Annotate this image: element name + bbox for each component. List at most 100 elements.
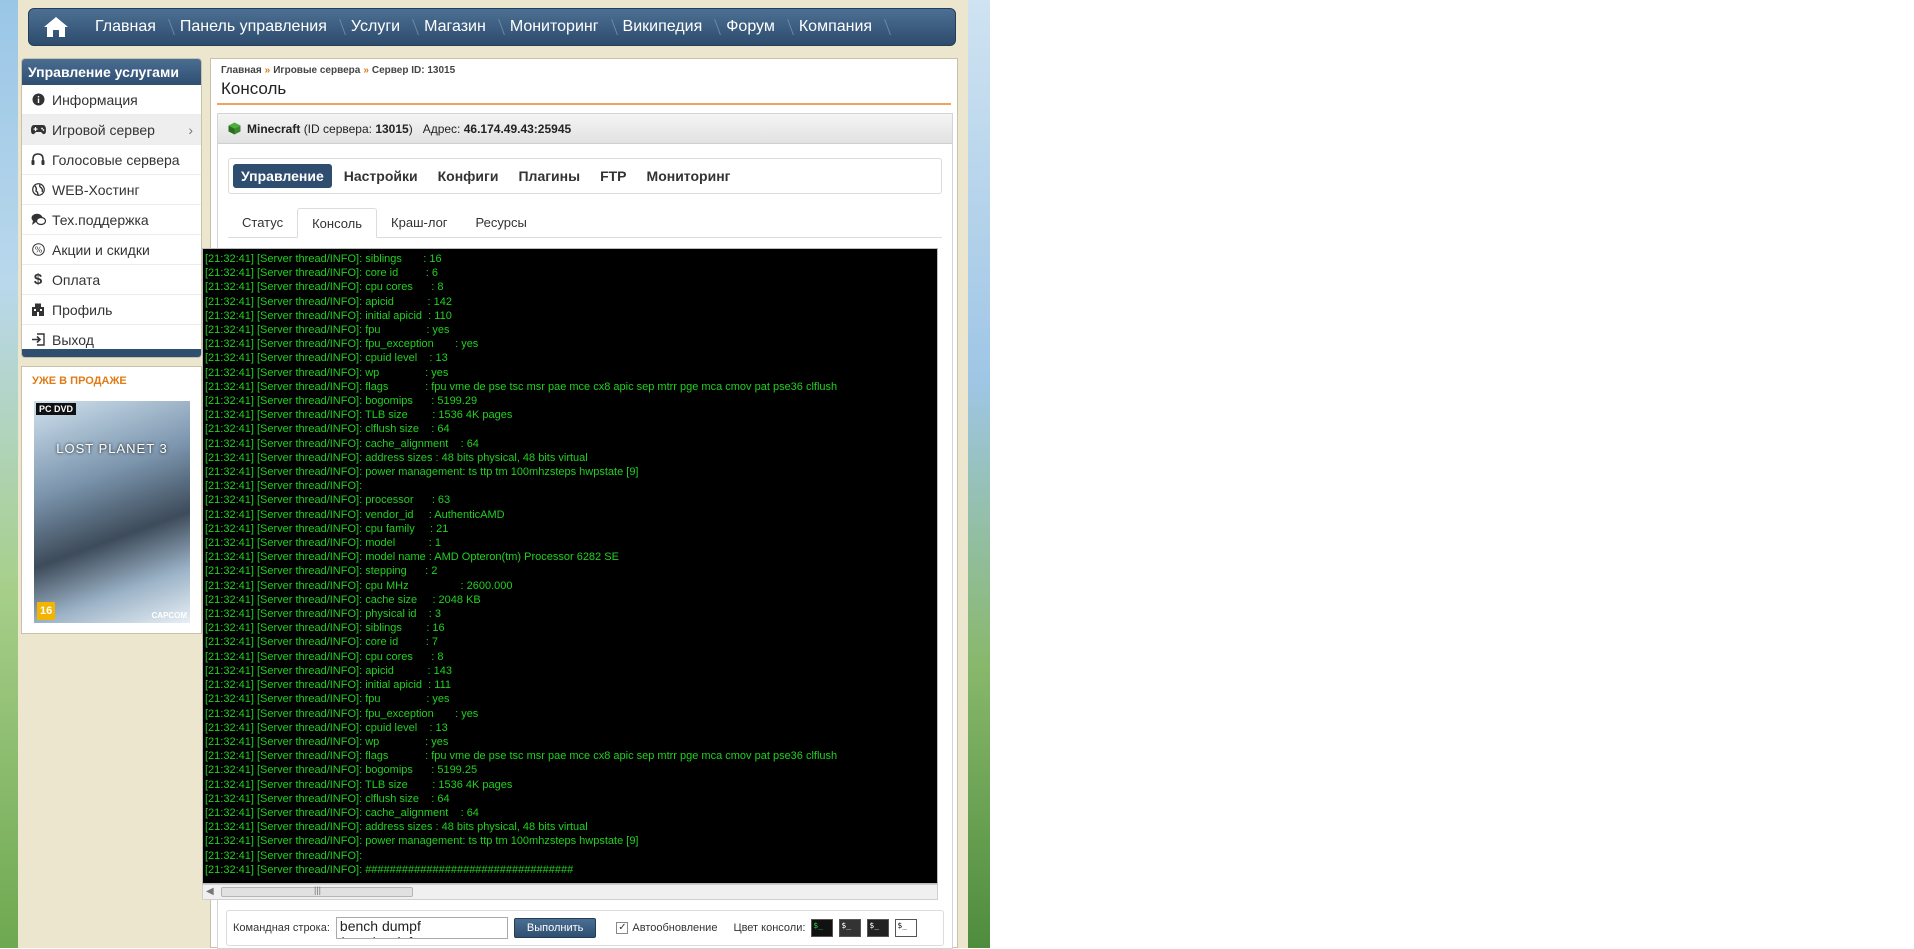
sidebar-item-web-hosting[interactable]: WEB-Хостинг bbox=[22, 175, 201, 205]
sidebar-item-payment[interactable]: $ Оплата bbox=[22, 265, 201, 295]
console-line: [21:32:41] [Server thread/INFO]: model :… bbox=[205, 537, 441, 550]
console-line: [21:32:41] [Server thread/INFO]: vendor_… bbox=[205, 508, 505, 521]
console-line: [21:32:41] [Server thread/INFO]: cache s… bbox=[205, 593, 481, 606]
tab-management[interactable]: Управление bbox=[233, 164, 332, 188]
home-icon[interactable] bbox=[39, 12, 73, 42]
nav-wiki[interactable]: Википедия bbox=[611, 8, 715, 46]
sidebar-item-promotions[interactable]: % Акции и скидки bbox=[22, 235, 201, 265]
scroll-left-icon[interactable]: ◀ bbox=[206, 886, 214, 897]
nav-forum[interactable]: Форум bbox=[714, 8, 787, 46]
console-line: [21:32:41] [Server thread/INFO]: sibling… bbox=[205, 253, 442, 265]
subtab-resources[interactable]: Ресурсы bbox=[462, 208, 541, 238]
console-line: [21:32:41] [Server thread/INFO]: sibling… bbox=[205, 622, 445, 635]
color-swatch-gray[interactable]: $_ bbox=[839, 919, 862, 937]
title-divider bbox=[217, 103, 951, 105]
sidebar-item-label: Игровой сервер bbox=[52, 121, 155, 138]
console-lines: [21:32:41] [Server thread/INFO]: sibling… bbox=[203, 249, 937, 877]
gamepad-icon bbox=[30, 122, 46, 138]
tab-ftp[interactable]: FTP bbox=[592, 164, 634, 188]
tab-plugins[interactable]: Плагины bbox=[510, 164, 588, 188]
console-line: [21:32:41] [Server thread/INFO]: TLB siz… bbox=[205, 409, 513, 422]
nav-monitoring[interactable]: Мониторинг bbox=[498, 8, 611, 46]
console-line: [21:32:41] [Server thread/INFO]: bbox=[205, 480, 363, 493]
nav-company[interactable]: Компания bbox=[787, 8, 884, 46]
sidebar-item-label: Тех.поддержка bbox=[52, 211, 149, 228]
color-swatch-white[interactable]: $_ bbox=[895, 919, 918, 937]
console-line: [21:32:41] [Server thread/INFO]: clflush… bbox=[205, 792, 450, 805]
sidebar: Управление услугами Информация Игровой с… bbox=[21, 58, 202, 358]
server-address-label: Адрес: bbox=[422, 121, 461, 136]
background-scenery-left bbox=[0, 0, 18, 948]
tab-configs[interactable]: Конфиги bbox=[430, 164, 507, 188]
background-scenery-right bbox=[968, 0, 990, 948]
command-bar: Командная строка: bench dumpf /proc/cpui… bbox=[226, 910, 944, 946]
sidebar-item-game-server[interactable]: Игровой сервер › bbox=[22, 115, 201, 145]
console-line: [21:32:41] [Server thread/INFO]: clflush… bbox=[205, 423, 450, 436]
console-line: [21:32:41] [Server thread/INFO]: wp : ye… bbox=[205, 735, 449, 748]
cover-title: LOST PLANET 3 bbox=[56, 441, 168, 456]
tab-settings[interactable]: Настройки bbox=[336, 164, 426, 188]
autoupdate-checkbox[interactable]: ✓ bbox=[616, 922, 629, 934]
color-swatch-black[interactable]: $_ bbox=[867, 919, 890, 937]
console-line: [21:32:41] [Server thread/INFO]: process… bbox=[205, 494, 451, 507]
server-header: Minecraft (ID сервера: 13015) Адрес: 46.… bbox=[218, 114, 952, 144]
console-line: [21:32:41] [Server thread/INFO]: cache_a… bbox=[205, 806, 479, 819]
nav-shop[interactable]: Магазин bbox=[412, 8, 498, 46]
breadcrumb-server-id: Сервер ID: 13015 bbox=[371, 65, 456, 76]
subtab-status[interactable]: Статус bbox=[228, 208, 297, 238]
console-line: [21:32:41] [Server thread/INFO]: cpu fam… bbox=[205, 522, 449, 535]
sidebar-item-label: Голосовые сервера bbox=[52, 151, 180, 168]
server-address: 46.174.49.43:25945 bbox=[463, 121, 572, 136]
nav-services[interactable]: Услуги bbox=[339, 8, 412, 46]
exit-icon bbox=[30, 332, 46, 348]
console-line: [21:32:41] [Server thread/INFO]: fpu_exc… bbox=[205, 338, 479, 351]
breadcrumb-home[interactable]: Главная bbox=[221, 65, 262, 76]
console-line: [21:32:41] [Server thread/INFO]: steppin… bbox=[205, 565, 438, 578]
scroll-thumb[interactable]: ||| bbox=[221, 885, 413, 897]
console-line: [21:32:41] [Server thread/INFO]: address… bbox=[205, 821, 588, 834]
sidebar-item-label: Профиль bbox=[52, 301, 113, 318]
console-line: [21:32:41] [Server thread/INFO]: initial… bbox=[205, 309, 452, 322]
console-line: [21:32:41] [Server thread/INFO]: core id… bbox=[205, 636, 438, 649]
svg-text:%: % bbox=[34, 245, 42, 254]
color-swatch-green[interactable]: $_ bbox=[811, 919, 834, 937]
console-line: [21:32:41] [Server thread/INFO]: cache_a… bbox=[205, 437, 479, 450]
console-line: [21:32:41] [Server thread/INFO]: initial… bbox=[205, 679, 451, 692]
chevron-right-icon: › bbox=[188, 121, 193, 138]
sub-tabs: Статус Консоль Краш-лог Ресурсы bbox=[228, 208, 942, 238]
console-line: [21:32:41] [Server thread/INFO]: cpuid l… bbox=[205, 721, 448, 734]
sidebar-item-profile[interactable]: Профиль bbox=[22, 295, 201, 325]
command-label: Командная строка: bbox=[233, 922, 330, 934]
console-line: [21:32:41] [Server thread/INFO]: bbox=[205, 849, 363, 862]
console-line: [21:32:41] [Server thread/INFO]: flags :… bbox=[205, 750, 838, 763]
subtab-console[interactable]: Консоль bbox=[297, 208, 378, 238]
console-line: [21:32:41] [Server thread/INFO]: bogomip… bbox=[205, 764, 478, 777]
sidebar-item-support[interactable]: Тех.поддержка bbox=[22, 205, 201, 235]
promo-title: УЖЕ В ПРОДАЖЕ bbox=[32, 375, 127, 387]
sidebar-item-label: Выход bbox=[52, 331, 94, 348]
promo-game-cover[interactable]: PC DVD LOST PLANET 3 16 CAPCOM bbox=[34, 401, 190, 623]
console-line: [21:32:41] [Server thread/INFO]: bogomip… bbox=[205, 395, 478, 408]
breadcrumb-game-servers[interactable]: Игровые сервера bbox=[273, 65, 360, 76]
tab-monitoring[interactable]: Мониторинг bbox=[639, 164, 739, 188]
subtab-crash-log[interactable]: Краш-лог bbox=[377, 208, 462, 238]
dollar-icon: $ bbox=[33, 271, 43, 288]
sidebar-footer bbox=[22, 349, 201, 357]
nav-home[interactable]: Главная bbox=[83, 8, 168, 46]
console-line: [21:32:41] [Server thread/INFO]: address… bbox=[205, 451, 588, 464]
console-horizontal-scrollbar[interactable]: ◀ ||| bbox=[202, 884, 938, 900]
console-line: [21:32:41] [Server thread/INFO]: wp : ye… bbox=[205, 366, 449, 379]
scroll-grip-icon: ||| bbox=[314, 885, 322, 895]
sidebar-item-info[interactable]: Информация bbox=[22, 85, 201, 115]
command-input[interactable]: bench dumpf /proc/cpuinfo bbox=[335, 917, 508, 939]
building-icon bbox=[30, 302, 46, 318]
sidebar-item-label: Акции и скидки bbox=[52, 241, 150, 258]
age-rating-badge: 16 bbox=[37, 602, 56, 620]
nav-control-panel[interactable]: Панель управления bbox=[168, 8, 339, 46]
server-game: Minecraft bbox=[247, 121, 301, 136]
sidebar-item-voice-servers[interactable]: Голосовые сервера bbox=[22, 145, 201, 175]
console-line: [21:32:41] [Server thread/INFO]: fpu : y… bbox=[205, 693, 450, 706]
run-button[interactable]: Выполнить bbox=[513, 918, 597, 938]
console-output[interactable]: [21:32:41] [Server thread/INFO]: sibling… bbox=[202, 248, 938, 884]
sidebar-title: Управление услугами bbox=[22, 59, 201, 85]
